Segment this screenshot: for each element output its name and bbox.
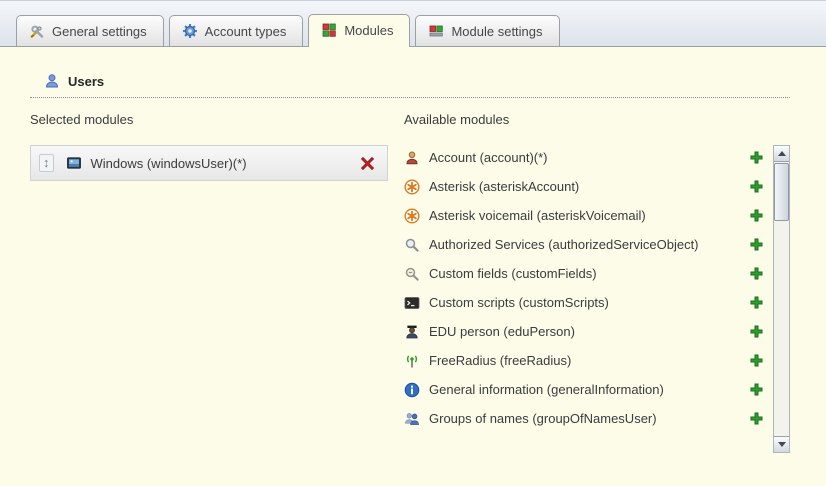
module-label: EDU person (eduPerson) <box>429 324 575 339</box>
selected-modules-column: Selected modules ↕ Windows (windowsUser)… <box>30 98 388 453</box>
selected-module-label: Windows (windowsUser)(*) <box>91 156 247 171</box>
module-label: Account (account)(*) <box>429 150 548 165</box>
tab-general-settings[interactable]: General settings <box>16 15 164 46</box>
module-label: Groups of names (groupOfNamesUser) <box>429 411 657 426</box>
tab-label: Account types <box>205 24 287 39</box>
general-information-icon <box>404 382 420 398</box>
tab-account-types[interactable]: Account types <box>169 15 304 46</box>
add-module-button[interactable] <box>750 383 763 396</box>
available-module-row: Account (account)(*) <box>404 143 773 172</box>
section-header-users: Users <box>30 73 790 98</box>
modules-panel: Users Selected modules ↕ Windows (window… <box>0 46 826 486</box>
available-modules-scrollbar <box>773 145 790 453</box>
available-module-row: Custom fields (customFields) <box>404 259 773 288</box>
add-module-button[interactable] <box>750 180 763 193</box>
available-module-row: EDU person (eduPerson) <box>404 317 773 346</box>
add-plus-icon <box>750 267 763 280</box>
module-label: Asterisk (asteriskAccount) <box>429 179 579 194</box>
tab-label: Module settings <box>451 24 542 39</box>
available-modules-heading: Available modules <box>404 112 790 127</box>
add-plus-icon <box>750 151 763 164</box>
add-plus-icon <box>750 354 763 367</box>
remove-module-button[interactable] <box>360 156 375 171</box>
scrollbar-track[interactable] <box>774 162 789 436</box>
freeradius-icon <box>404 353 420 369</box>
users-icon <box>44 73 60 89</box>
available-modules-column: Available modules Account (account)(*) <box>404 98 790 453</box>
module-label: Authorized Services (authorizedServiceOb… <box>429 237 699 252</box>
groups-of-names-icon <box>404 411 420 427</box>
arrow-down-icon <box>778 442 786 447</box>
tab-strip: General settings Account types Modules <box>0 0 826 46</box>
account-icon <box>404 150 420 166</box>
tab-module-settings[interactable]: Module settings <box>415 15 559 46</box>
tab-modules[interactable]: Modules <box>308 14 410 47</box>
module-label: FreeRadius (freeRadius) <box>429 353 571 368</box>
selected-module-row: ↕ Windows (windowsUser)(*) <box>30 145 388 181</box>
add-plus-icon <box>750 325 763 338</box>
edu-person-icon <box>404 324 420 340</box>
add-plus-icon <box>750 238 763 251</box>
delete-x-icon <box>360 156 375 171</box>
add-plus-icon <box>750 296 763 309</box>
module-label: Custom fields (customFields) <box>429 266 597 281</box>
module-settings-icon <box>428 23 444 39</box>
module-label: Asterisk voicemail (asteriskVoicemail) <box>429 208 646 223</box>
add-module-button[interactable] <box>750 354 763 367</box>
scrollbar-down-button[interactable] <box>774 436 789 452</box>
asterisk-icon <box>404 179 420 195</box>
add-module-button[interactable] <box>750 151 763 164</box>
asterisk-voicemail-icon <box>404 208 420 224</box>
available-module-row: Asterisk (asteriskAccount) <box>404 172 773 201</box>
module-label: Custom scripts (customScripts) <box>429 295 609 310</box>
tab-label: Modules <box>344 23 393 38</box>
windows-module-icon <box>66 155 82 171</box>
add-module-button[interactable] <box>750 296 763 309</box>
gear-icon <box>182 23 198 39</box>
add-plus-icon <box>750 412 763 425</box>
available-module-row: Groups of names (groupOfNamesUser) <box>404 404 773 433</box>
scrollbar-thumb[interactable] <box>774 163 789 221</box>
add-module-button[interactable] <box>750 412 763 425</box>
selected-modules-heading: Selected modules <box>30 112 388 127</box>
add-plus-icon <box>750 209 763 222</box>
section-title: Users <box>68 74 104 89</box>
available-module-row: General information (generalInformation) <box>404 375 773 404</box>
authorized-services-icon <box>404 237 420 253</box>
add-plus-icon <box>750 180 763 193</box>
add-plus-icon <box>750 383 763 396</box>
available-modules-list: Account (account)(*) <box>404 143 773 453</box>
add-module-button[interactable] <box>750 325 763 338</box>
custom-fields-icon <box>404 266 420 282</box>
drag-handle-icon[interactable]: ↕ <box>39 154 54 172</box>
modules-icon <box>321 22 337 38</box>
add-module-button[interactable] <box>750 267 763 280</box>
available-module-row: Authorized Services (authorizedServiceOb… <box>404 230 773 259</box>
scrollbar-up-button[interactable] <box>774 146 789 162</box>
available-module-row: Custom scripts (customScripts) <box>404 288 773 317</box>
arrow-up-icon <box>778 151 786 156</box>
custom-scripts-icon <box>404 295 420 311</box>
tab-label: General settings <box>52 24 147 39</box>
module-label: General information (generalInformation) <box>429 382 664 397</box>
available-module-row: FreeRadius (freeRadius) <box>404 346 773 375</box>
available-module-row: Asterisk voicemail (asteriskVoicemail) <box>404 201 773 230</box>
add-module-button[interactable] <box>750 238 763 251</box>
tools-icon <box>29 23 45 39</box>
add-module-button[interactable] <box>750 209 763 222</box>
